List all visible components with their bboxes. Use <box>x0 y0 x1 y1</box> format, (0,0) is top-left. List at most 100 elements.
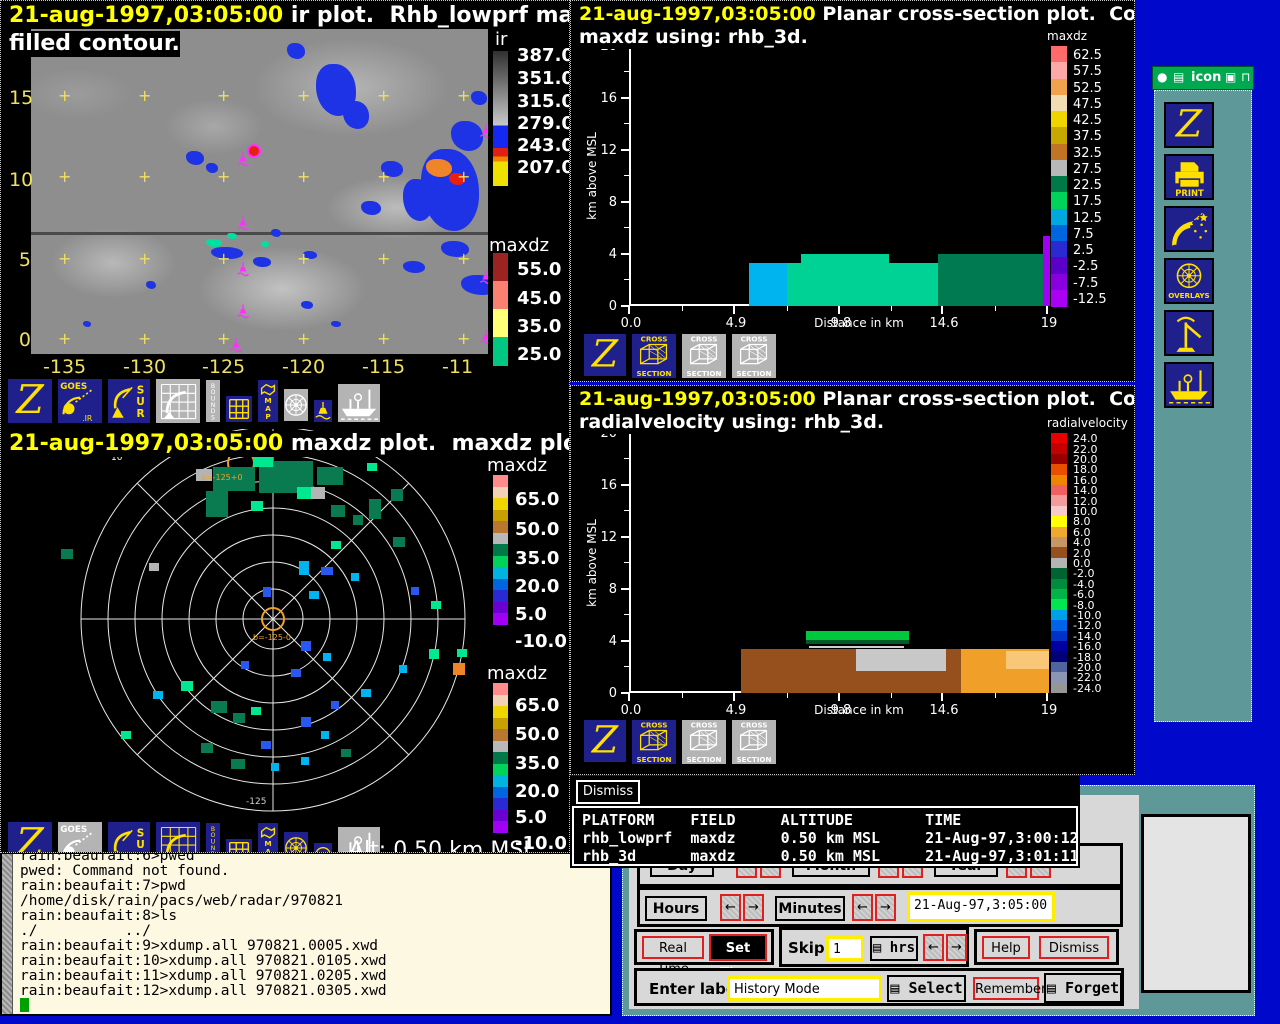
skip-field[interactable]: 1 <box>826 936 864 961</box>
goes-ir-icon[interactable]: GOES.IR <box>57 821 103 852</box>
set-time-button[interactable]: Set Time <box>709 934 767 981</box>
skip-back-button[interactable]: ← <box>923 934 944 961</box>
icon-dock-titlebar[interactable]: ● ▤ icon ▣ ⊓ <box>1152 66 1254 90</box>
ship-icon[interactable] <box>337 383 381 423</box>
info-table: PLATFORM FIELD ALTITUDE TIME rhb_lowprf m… <box>572 806 1079 866</box>
skip-units-button[interactable]: ▤ hrs <box>870 936 918 961</box>
window-list-icon[interactable]: ▤ <box>1173 70 1184 84</box>
colorbar-swatch <box>493 253 508 282</box>
cross-section-icon[interactable]: CROSS SECTION <box>631 333 677 379</box>
radar-grid-icon[interactable] <box>155 378 201 424</box>
remember-button[interactable]: Remember <box>973 977 1046 1000</box>
radar-ppi-plot[interactable]: a=-125+0 b=-125-0 -125 10 <box>1 426 569 821</box>
svg-text:SECTION: SECTION <box>637 369 672 378</box>
map-icon[interactable]: MAP <box>257 379 279 423</box>
radar-antenna-icon[interactable] <box>1164 310 1214 356</box>
hours-button[interactable]: Hours <box>645 896 707 921</box>
label-field[interactable]: History Mode <box>727 976 882 1001</box>
grid-cross-marker: + <box>138 86 152 105</box>
svg-text:R: R <box>137 851 145 853</box>
cross-section-icon[interactable]: CROSS SECTION <box>731 719 777 765</box>
wheel-icon[interactable] <box>283 831 309 852</box>
skip-fwd-button[interactable]: → <box>946 934 967 961</box>
info-dismiss-button[interactable]: Dismiss <box>576 780 640 804</box>
minutes-next-button[interactable]: → <box>875 894 896 921</box>
goes-ir-icon[interactable]: GOES.IR <box>57 378 103 424</box>
circle-icon[interactable] <box>313 842 333 852</box>
forget-button[interactable]: ▤ Forget <box>1044 973 1122 1003</box>
cross-section-icon[interactable]: CROSS SECTION <box>731 333 777 379</box>
sat-x-tick-label: -11 <box>442 356 474 378</box>
cross-section-icon[interactable]: CROSS SECTION <box>681 333 727 379</box>
x-minor-tick <box>682 693 683 698</box>
contour-fill-region <box>806 640 909 644</box>
grid-icon[interactable] <box>225 395 253 423</box>
sat-panel-title: 21-aug-1997,03:05:00 ir plot. Rhb_lowprf… <box>9 3 569 29</box>
help-button[interactable]: Help <box>982 936 1030 959</box>
terminal-line: rain:beaufait:8>ls <box>20 908 178 924</box>
buoy-icon[interactable] <box>313 399 333 423</box>
radar-sur-icon[interactable]: SUR <box>107 378 151 424</box>
contour-fill-region <box>1043 236 1050 306</box>
colorbar-swatch <box>1051 682 1067 694</box>
hours-next-button[interactable]: → <box>743 894 764 921</box>
radar-echo <box>367 463 377 471</box>
colorbar-swatch <box>493 281 508 310</box>
svg-text:SECTION: SECTION <box>687 369 722 378</box>
window-menu-icon[interactable]: ● <box>1157 70 1167 84</box>
cross-section-icon[interactable]: CROSS SECTION <box>681 719 727 765</box>
colorbar-swatch <box>1051 257 1067 274</box>
terminal-window[interactable]: rain:beaufait:6>pwed pwed: Command not fo… <box>0 852 612 1016</box>
map-icon[interactable]: MAP <box>257 822 279 852</box>
real-time-button[interactable]: Real Time <box>642 936 704 977</box>
colorbar-swatch <box>1051 443 1067 455</box>
bounds-icon[interactable]: BOUNDS <box>205 822 221 852</box>
sat-x-tick-label: -135 <box>43 356 87 378</box>
satellite-dish-icon[interactable] <box>1164 206 1214 252</box>
ship-icon[interactable] <box>1164 362 1214 408</box>
history-list-panel[interactable] <box>1141 814 1251 993</box>
grid-cross-marker: + <box>138 329 152 348</box>
colorbar-swatch <box>1051 495 1067 507</box>
y-minor-tick <box>624 510 629 511</box>
terminal-line: ./ ../ <box>20 923 151 939</box>
y-tick-label: 0 <box>608 299 617 314</box>
xsec-colorbar-value: 47.5 <box>1073 96 1102 112</box>
grid-cross-marker: + <box>297 167 311 186</box>
zeb-logo-icon[interactable]: Z <box>7 821 53 852</box>
colorbar-swatch <box>493 613 508 626</box>
print-icon[interactable]: PRINT <box>1164 154 1214 200</box>
zeb-logo-icon[interactable]: Z <box>7 378 53 424</box>
colorbar-swatch <box>493 578 508 591</box>
grid-icon[interactable] <box>225 838 253 852</box>
time-field[interactable]: 21-Aug-97,3:05:00 <box>907 892 1055 922</box>
y-tick <box>621 484 629 486</box>
xsec1-title-2: maxdz using: rhb_3d. <box>579 26 808 49</box>
terminal-scrollbar[interactable] <box>2 854 13 1014</box>
radar-grid-icon[interactable] <box>155 821 201 852</box>
overlays-icon[interactable]: OVERLAYS <box>1164 258 1214 304</box>
zeb-logo-icon[interactable]: Z <box>583 333 627 377</box>
colorbar-swatch <box>493 544 508 557</box>
bounds-icon[interactable]: BOUNDS <box>205 379 221 423</box>
svg-text:S: S <box>137 385 145 397</box>
hours-prev-button[interactable]: ← <box>720 894 741 921</box>
radar-sur-icon[interactable]: SUR <box>107 821 151 853</box>
window-dot-icon[interactable]: ▣ <box>1225 70 1236 84</box>
xsec1-title: 21-aug-1997,03:05:00 Planar cross-sectio… <box>579 3 1134 26</box>
satellite-ir-image[interactable]: + + + + + + + + + + + + + + + + + + + + + + + + <box>31 29 488 354</box>
minutes-prev-button[interactable]: ← <box>852 894 873 921</box>
minutes-button[interactable]: Minutes <box>775 896 845 921</box>
select-button[interactable]: ▤ Select <box>887 975 966 1002</box>
dismiss-button[interactable]: Dismiss <box>1039 936 1109 959</box>
radar-echo <box>233 713 245 723</box>
colorbar-swatch <box>493 567 508 580</box>
zeb-logo-icon[interactable]: Z <box>1164 102 1214 148</box>
radar-echo <box>331 701 339 709</box>
cross-section-icon[interactable]: CROSS SECTION <box>631 719 677 765</box>
zeb-logo-icon[interactable]: Z <box>583 719 627 763</box>
window-iconify-icon[interactable]: ⊓ <box>1241 70 1250 84</box>
xsec-colorbar-value: 12.5 <box>1073 210 1102 226</box>
wheel-icon[interactable] <box>283 388 309 422</box>
svg-text:Z: Z <box>591 334 619 376</box>
